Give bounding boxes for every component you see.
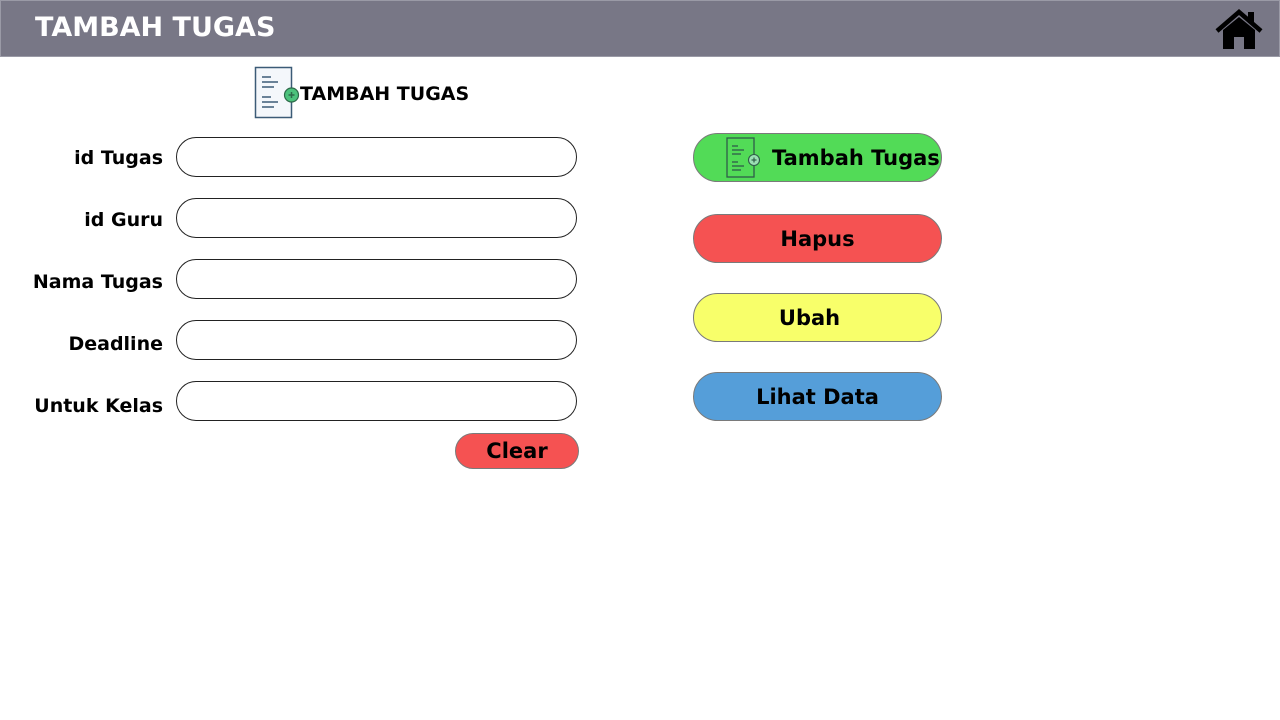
nama-tugas-label: Nama Tugas bbox=[32, 271, 163, 293]
form-heading: TAMBAH TUGAS bbox=[254, 66, 469, 120]
app-header: TAMBAH TUGAS bbox=[0, 0, 1280, 57]
clear-button[interactable]: Clear bbox=[455, 433, 579, 469]
ubah-button[interactable]: Ubah bbox=[693, 293, 942, 342]
form-heading-text: TAMBAH TUGAS bbox=[300, 83, 470, 105]
id-tugas-label: id Tugas bbox=[74, 147, 163, 169]
hapus-button[interactable]: Hapus bbox=[693, 214, 942, 263]
tambah-tugas-label: Tambah Tugas bbox=[772, 145, 940, 170]
clear-button-label: Clear bbox=[486, 439, 548, 463]
home-icon[interactable] bbox=[1214, 9, 1264, 51]
deadline-input[interactable] bbox=[176, 320, 577, 360]
deadline-label: Deadline bbox=[68, 333, 163, 355]
document-add-icon bbox=[254, 66, 300, 119]
lihat-data-label: Lihat Data bbox=[756, 384, 879, 409]
id-guru-label: id Guru bbox=[84, 209, 163, 231]
untuk-kelas-label: Untuk Kelas bbox=[34, 395, 163, 417]
tambah-tugas-button[interactable]: Tambah Tugas bbox=[693, 133, 942, 182]
untuk-kelas-input[interactable] bbox=[176, 381, 577, 421]
ubah-label: Ubah bbox=[778, 305, 841, 330]
hapus-label: Hapus bbox=[780, 226, 855, 251]
page-title: TAMBAH TUGAS bbox=[35, 12, 276, 43]
nama-tugas-input[interactable] bbox=[176, 259, 577, 299]
id-tugas-input[interactable] bbox=[176, 137, 577, 177]
id-guru-input[interactable] bbox=[176, 198, 577, 238]
lihat-data-button[interactable]: Lihat Data bbox=[693, 372, 942, 421]
document-add-icon bbox=[726, 136, 760, 178]
